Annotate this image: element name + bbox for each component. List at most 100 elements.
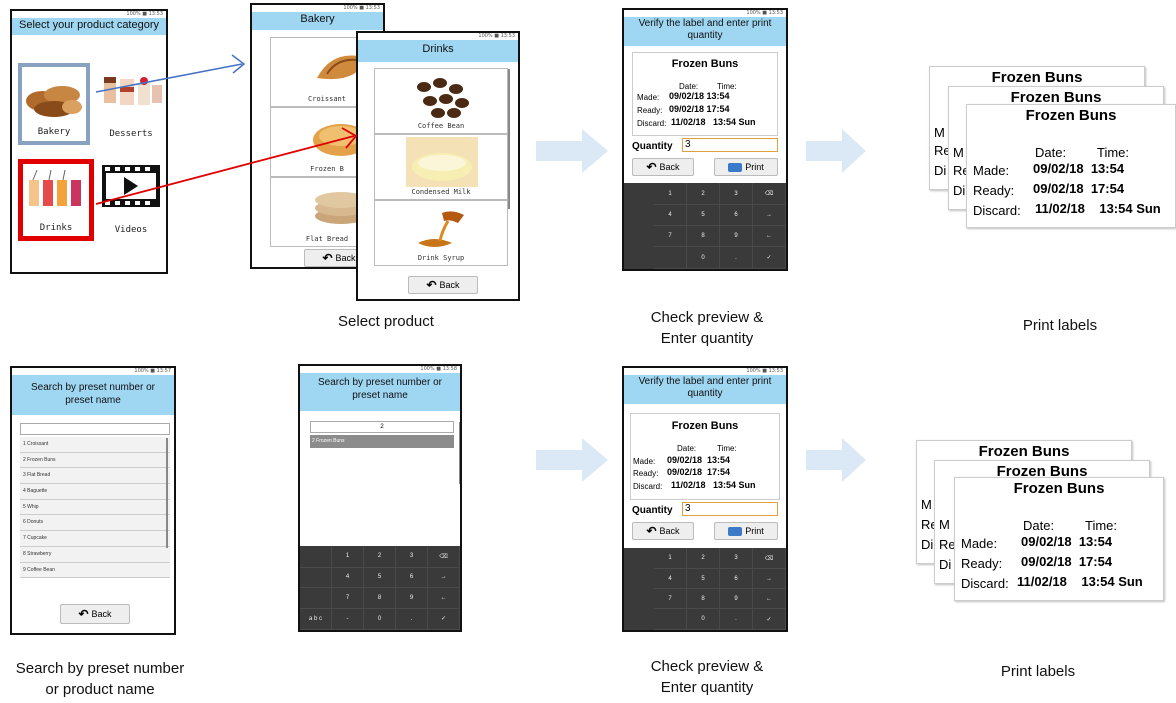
verify-key[interactable]: 0 xyxy=(687,247,720,269)
verify-back-button-2[interactable]: ↶ Back xyxy=(632,522,694,540)
quantity-input-2[interactable]: 3 xyxy=(682,502,778,516)
search-result-row[interactable]: 2 Frozen Buns xyxy=(310,435,454,448)
caption-search-a: Search by preset number xyxy=(15,660,185,677)
typed-key[interactable]: 6 xyxy=(396,567,428,588)
verify-key[interactable] xyxy=(654,247,687,269)
verify-key[interactable]: ⌫ xyxy=(753,183,786,205)
verify-key[interactable]: 8 xyxy=(687,226,720,247)
quantity-input[interactable]: 3 xyxy=(682,138,778,152)
verify-key[interactable]: 4 xyxy=(654,569,687,589)
typed-key[interactable]: ⌫ xyxy=(428,546,460,568)
verify-key[interactable]: ⌫ xyxy=(753,548,786,569)
verify-key[interactable]: 5 xyxy=(687,569,720,589)
verify-key[interactable]: 9 xyxy=(720,226,753,247)
preview-ready-value: 09/02/18 17:54 xyxy=(669,104,730,114)
label-ready-label: Ready: xyxy=(973,183,1015,198)
search-list-item[interactable]: 8 Strawberry xyxy=(20,547,170,563)
search-list-item[interactable]: 3 Flat Bread xyxy=(20,468,170,485)
category-tile-desserts[interactable]: Desserts xyxy=(96,65,166,143)
verify-header-line2: quantity xyxy=(687,30,723,41)
typed-key[interactable]: a b c xyxy=(300,608,332,630)
print-label: Print xyxy=(745,526,764,536)
search-list-item[interactable]: 4 Baguette xyxy=(20,484,170,500)
verify-key[interactable]: 9 xyxy=(720,589,753,609)
back-arrow-icon: ↶ xyxy=(426,278,437,292)
verify-key[interactable]: 7 xyxy=(654,226,687,247)
label-title-back-2: Frozen Buns xyxy=(978,443,1070,460)
typed-key[interactable]: ✓ xyxy=(428,608,460,630)
search-list-item[interactable]: 6 Donuts xyxy=(20,515,170,532)
verify-key[interactable]: 2 xyxy=(687,548,720,569)
search-list-item[interactable]: 5 Whip xyxy=(20,500,170,516)
verify-key[interactable]: 5 xyxy=(687,205,720,226)
typed-key[interactable]: 7 xyxy=(332,588,364,609)
preview-product: Frozen Buns xyxy=(671,58,739,70)
label-card-front: Frozen Buns Date: Time: Made: 09/02/18 1… xyxy=(966,104,1176,228)
typed-key[interactable]: 9 xyxy=(396,588,428,609)
typed-key[interactable]: 3 xyxy=(396,546,428,568)
verify-key[interactable]: ← xyxy=(753,226,786,247)
typed-key[interactable]: 5 xyxy=(364,567,396,588)
search-input[interactable] xyxy=(20,423,170,435)
typed-key[interactable]: 4 xyxy=(332,567,364,588)
verify-key[interactable]: 0 xyxy=(687,609,720,630)
print-button-2[interactable]: Print xyxy=(714,522,778,540)
typed-key[interactable]: 0 xyxy=(364,608,396,630)
product-coffee-bean[interactable]: Coffee Bean xyxy=(374,68,508,134)
verify-key[interactable]: 1 xyxy=(654,548,687,569)
product-condensed-milk[interactable]: Condensed Milk xyxy=(374,134,508,200)
verify-key[interactable]: 1 xyxy=(654,183,687,205)
bakery-header: Bakery xyxy=(252,12,383,30)
product-drink-syrup[interactable]: Drink Syrup xyxy=(374,200,508,266)
verify-key[interactable]: ← xyxy=(753,589,786,609)
bakery-tile-label: Bakery xyxy=(37,127,71,137)
search-list-item[interactable]: 1 Croissant xyxy=(20,437,170,453)
typed-key[interactable]: . xyxy=(396,608,428,630)
scrollbar[interactable] xyxy=(508,69,510,209)
typed-key[interactable]: → xyxy=(428,567,460,588)
verify-key[interactable]: → xyxy=(753,569,786,589)
typed-key[interactable] xyxy=(300,546,332,568)
print-button[interactable]: Print xyxy=(714,158,778,176)
drinks-back-button[interactable]: ↶ Back xyxy=(408,276,478,294)
preview-ready-label-2: Ready: xyxy=(633,469,659,478)
label-time-header-2: Time: xyxy=(1085,518,1118,533)
verify-key[interactable]: 8 xyxy=(687,589,720,609)
search-query-input[interactable]: 2 xyxy=(310,421,454,433)
verify-key[interactable]: . xyxy=(720,247,753,269)
verify-key[interactable]: 3 xyxy=(720,183,753,205)
search-list-item[interactable]: 7 Cupcake xyxy=(20,531,170,547)
category-tile-drinks[interactable]: Drinks xyxy=(18,159,94,241)
typed-key[interactable]: 1 xyxy=(332,546,364,568)
verify-key[interactable]: ✓ xyxy=(753,247,786,269)
category-tile-videos[interactable]: Videos xyxy=(96,161,166,239)
typed-key[interactable]: 8 xyxy=(364,588,396,609)
drink-syrup-label: Drink Syrup xyxy=(417,254,465,262)
scrollbar[interactable] xyxy=(166,438,168,548)
verify-key[interactable]: 3 xyxy=(720,548,753,569)
search-list-item[interactable]: 9 Coffee Bean xyxy=(20,563,170,579)
typed-key[interactable]: ← xyxy=(428,588,460,609)
numeric-keypad-2: 1 2 3 ⌫ 4 5 6 → 7 8 9 ← 0. ✓ xyxy=(624,548,786,630)
back-label: Back xyxy=(91,609,112,619)
verify-key[interactable]: → xyxy=(753,205,786,226)
label-made-label: Made: xyxy=(973,163,1010,178)
typed-key[interactable] xyxy=(300,567,332,588)
verify-key[interactable]: 4 xyxy=(654,205,687,226)
category-tile-bakery[interactable]: Bakery xyxy=(18,63,90,145)
search-back-button[interactable]: ↶ Back xyxy=(60,604,130,624)
verify-key[interactable]: ✓ xyxy=(753,609,786,630)
verify-key[interactable]: 7 xyxy=(654,589,687,609)
scrollbar[interactable] xyxy=(459,422,460,484)
verify-key[interactable]: 6 xyxy=(720,205,753,226)
verify-key[interactable]: 2 xyxy=(687,183,720,205)
verify-key[interactable] xyxy=(654,609,687,630)
typed-key[interactable] xyxy=(300,588,332,609)
verify-key[interactable]: . xyxy=(720,609,753,630)
desserts-tile-label: Desserts xyxy=(109,129,153,139)
typed-key[interactable]: 2 xyxy=(364,546,396,568)
search-list-item[interactable]: 2 Frozen Buns xyxy=(20,453,170,469)
verify-key[interactable]: 6 xyxy=(720,569,753,589)
verify-back-button[interactable]: ↶ Back xyxy=(632,158,694,176)
typed-key[interactable]: - xyxy=(332,608,364,630)
